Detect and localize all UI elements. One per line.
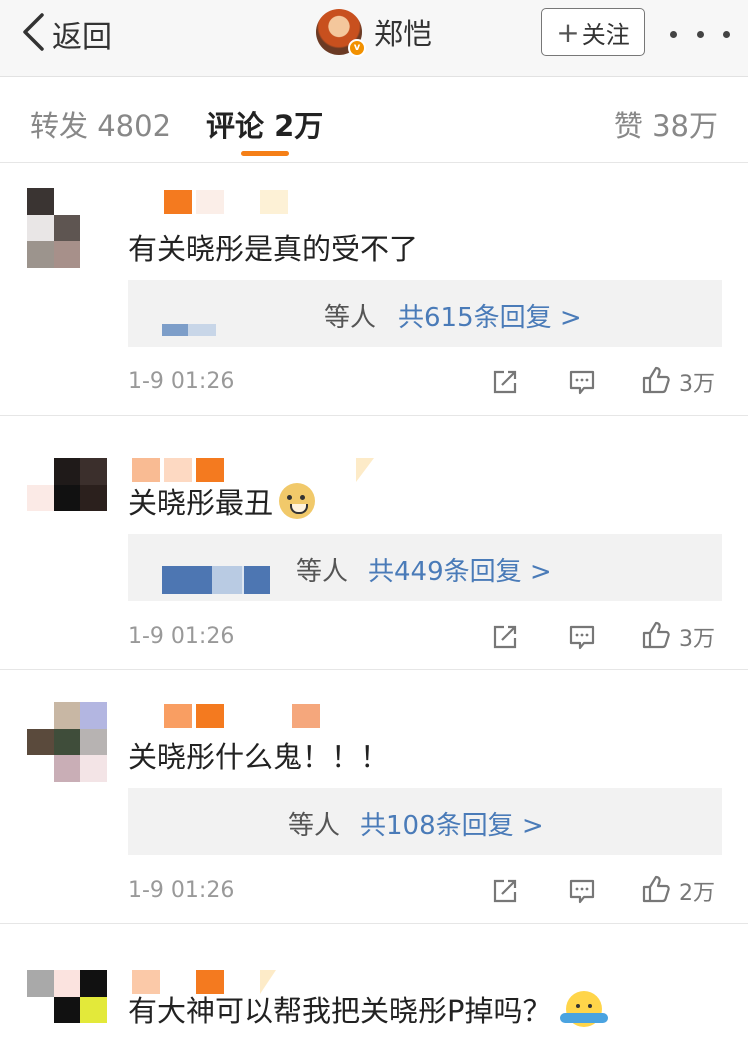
comment-time: 1-9 01:26 [128, 878, 235, 903]
like-count: 2万 [679, 881, 715, 906]
reply-count-link[interactable]: 共449条回复 > [368, 551, 552, 588]
commenter-avatar[interactable] [27, 702, 107, 782]
reply-icon[interactable] [567, 367, 597, 401]
comment-body: 关晓彤什么鬼！！！ [128, 740, 390, 774]
like-icon [641, 620, 671, 654]
replier-name-blur [188, 324, 216, 336]
post-author[interactable]: v 郑恺 [316, 9, 433, 57]
comment-time: 1-9 01:26 [128, 369, 235, 394]
reply-summary[interactable]: 等人 共615条回复 > [128, 280, 722, 347]
comment-text: 关晓彤什么鬼！！！ [128, 734, 389, 776]
reply-count-link[interactable]: 共615条回复 > [398, 297, 582, 334]
reply-count-link[interactable]: 共108条回复 > [360, 805, 544, 842]
comment-item: 关晓彤什么鬼！！！ 等人 共108条回复 > 1-9 01:26 2万 [0, 670, 748, 924]
comment-body: 有大神可以帮我把关晓彤P掉吗？ [128, 994, 552, 1028]
share-icon[interactable] [490, 876, 520, 910]
comment-item: 关晓彤最丑 等人 共449条回复 > 1-9 01:26 3万 [0, 416, 748, 670]
tab-repost[interactable]: 转发 4802 [30, 103, 171, 145]
like-icon [641, 874, 671, 908]
like-count: 3万 [679, 627, 715, 652]
like-button[interactable]: 3万 [641, 365, 715, 399]
tab-bar: 转发 4802 评论 2万 赞 38万 [0, 77, 748, 163]
comment-text: 关晓彤最丑 [128, 480, 316, 522]
reply-icon[interactable] [567, 876, 597, 910]
comment-body: 有关晓彤是真的受不了 [128, 232, 419, 266]
active-tab-indicator [241, 151, 289, 156]
commenter-name[interactable] [132, 704, 320, 730]
tab-likes[interactable]: 赞 38万 [614, 103, 718, 145]
verified-badge: v [348, 39, 366, 57]
commenter-avatar[interactable] [27, 970, 107, 1043]
comment-item: 有大神可以帮我把关晓彤P掉吗？ [0, 924, 748, 1043]
commenter-name[interactable] [132, 190, 288, 216]
replier-name-blur [244, 566, 270, 594]
reply-summary[interactable]: 等人 共449条回复 > [128, 534, 722, 601]
comment-item: 有关晓彤是真的受不了 等人 共615条回复 > 1-9 01:26 3万 [0, 164, 748, 416]
reply-who: 等人 [288, 811, 341, 841]
like-count: 3万 [679, 372, 715, 397]
back-label: 返回 [52, 20, 112, 55]
comment-time: 1-9 01:26 [128, 624, 235, 649]
comment-body: 关晓彤最丑 [128, 486, 274, 520]
like-button[interactable]: 2万 [641, 874, 715, 908]
reply-who: 等人 [324, 303, 377, 333]
shrug-emoji-icon [559, 991, 608, 1027]
plus-icon: + [556, 15, 580, 49]
follow-label: 关注 [581, 20, 630, 49]
commenter-avatar[interactable] [27, 188, 107, 268]
share-icon[interactable] [490, 622, 520, 656]
doge-emoji-icon [279, 483, 316, 519]
comment-text: 有关晓彤是真的受不了 [128, 226, 418, 268]
back-button[interactable]: 返回 [20, 12, 112, 56]
reply-who: 等人 [296, 557, 349, 587]
comment-text: 有大神可以帮我把关晓彤P掉吗？ [128, 988, 608, 1030]
replier-name-blur [162, 566, 212, 594]
avatar: v [316, 9, 366, 57]
replier-name-blur [212, 566, 242, 594]
commenter-avatar[interactable] [27, 458, 107, 538]
chevron-left-icon [20, 12, 46, 56]
more-dots-icon[interactable] [670, 16, 730, 52]
reply-summary[interactable]: 等人 共108条回复 > [128, 788, 722, 855]
share-icon[interactable] [490, 367, 520, 401]
like-icon [641, 365, 671, 399]
reply-icon[interactable] [567, 622, 597, 656]
author-name: 郑恺 [374, 17, 433, 51]
top-bar: 返回 v 郑恺 + 关注 [0, 0, 748, 77]
follow-button[interactable]: + 关注 [541, 8, 645, 56]
like-button[interactable]: 3万 [641, 620, 715, 654]
tab-comments[interactable]: 评论 2万 [206, 103, 323, 145]
